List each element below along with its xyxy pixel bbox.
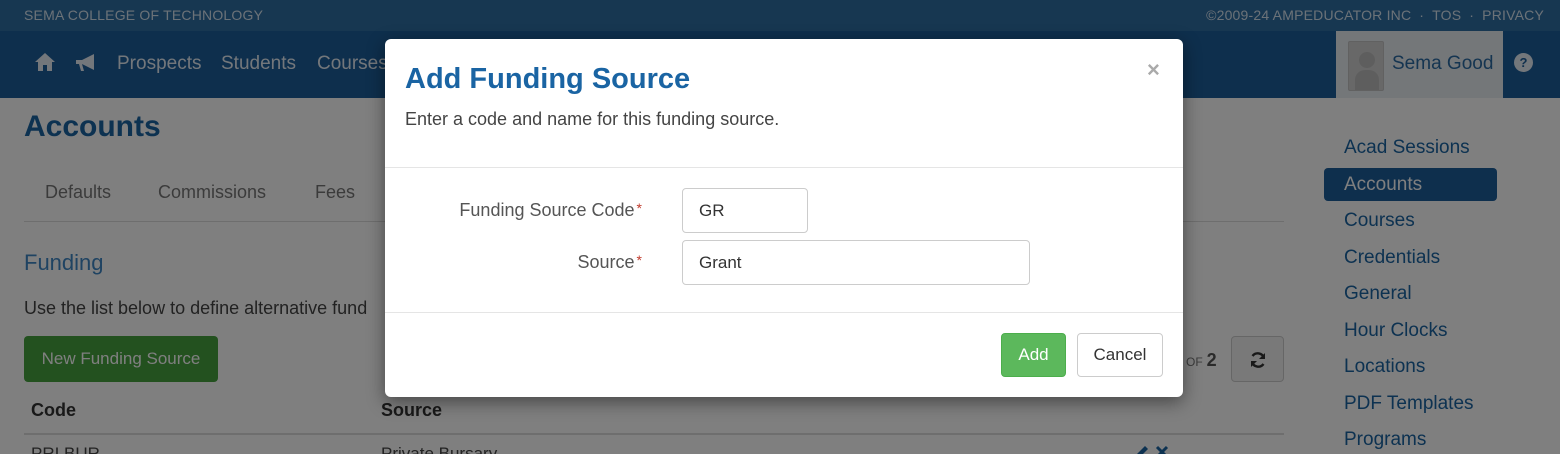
label-text: Funding Source Code [459,200,635,220]
funding-source-code-label: Funding Source Code * [385,200,642,221]
source-input[interactable] [682,240,1030,285]
cancel-button[interactable]: Cancel [1077,333,1163,377]
source-label: Source * [385,252,643,273]
label-text: Source [577,252,635,272]
funding-source-code-input[interactable] [682,188,808,233]
modal-divider [385,312,1183,313]
modal-divider [385,167,1183,168]
required-mark: * [636,252,642,268]
close-icon[interactable]: × [1147,57,1160,83]
modal-subtitle: Enter a code and name for this funding s… [405,109,780,129]
add-button[interactable]: Add [1001,333,1066,377]
required-mark: * [636,200,642,216]
add-funding-source-dialog: Add Funding Source Enter a code and name… [385,39,1183,397]
modal-title: Add Funding Source [405,63,691,95]
